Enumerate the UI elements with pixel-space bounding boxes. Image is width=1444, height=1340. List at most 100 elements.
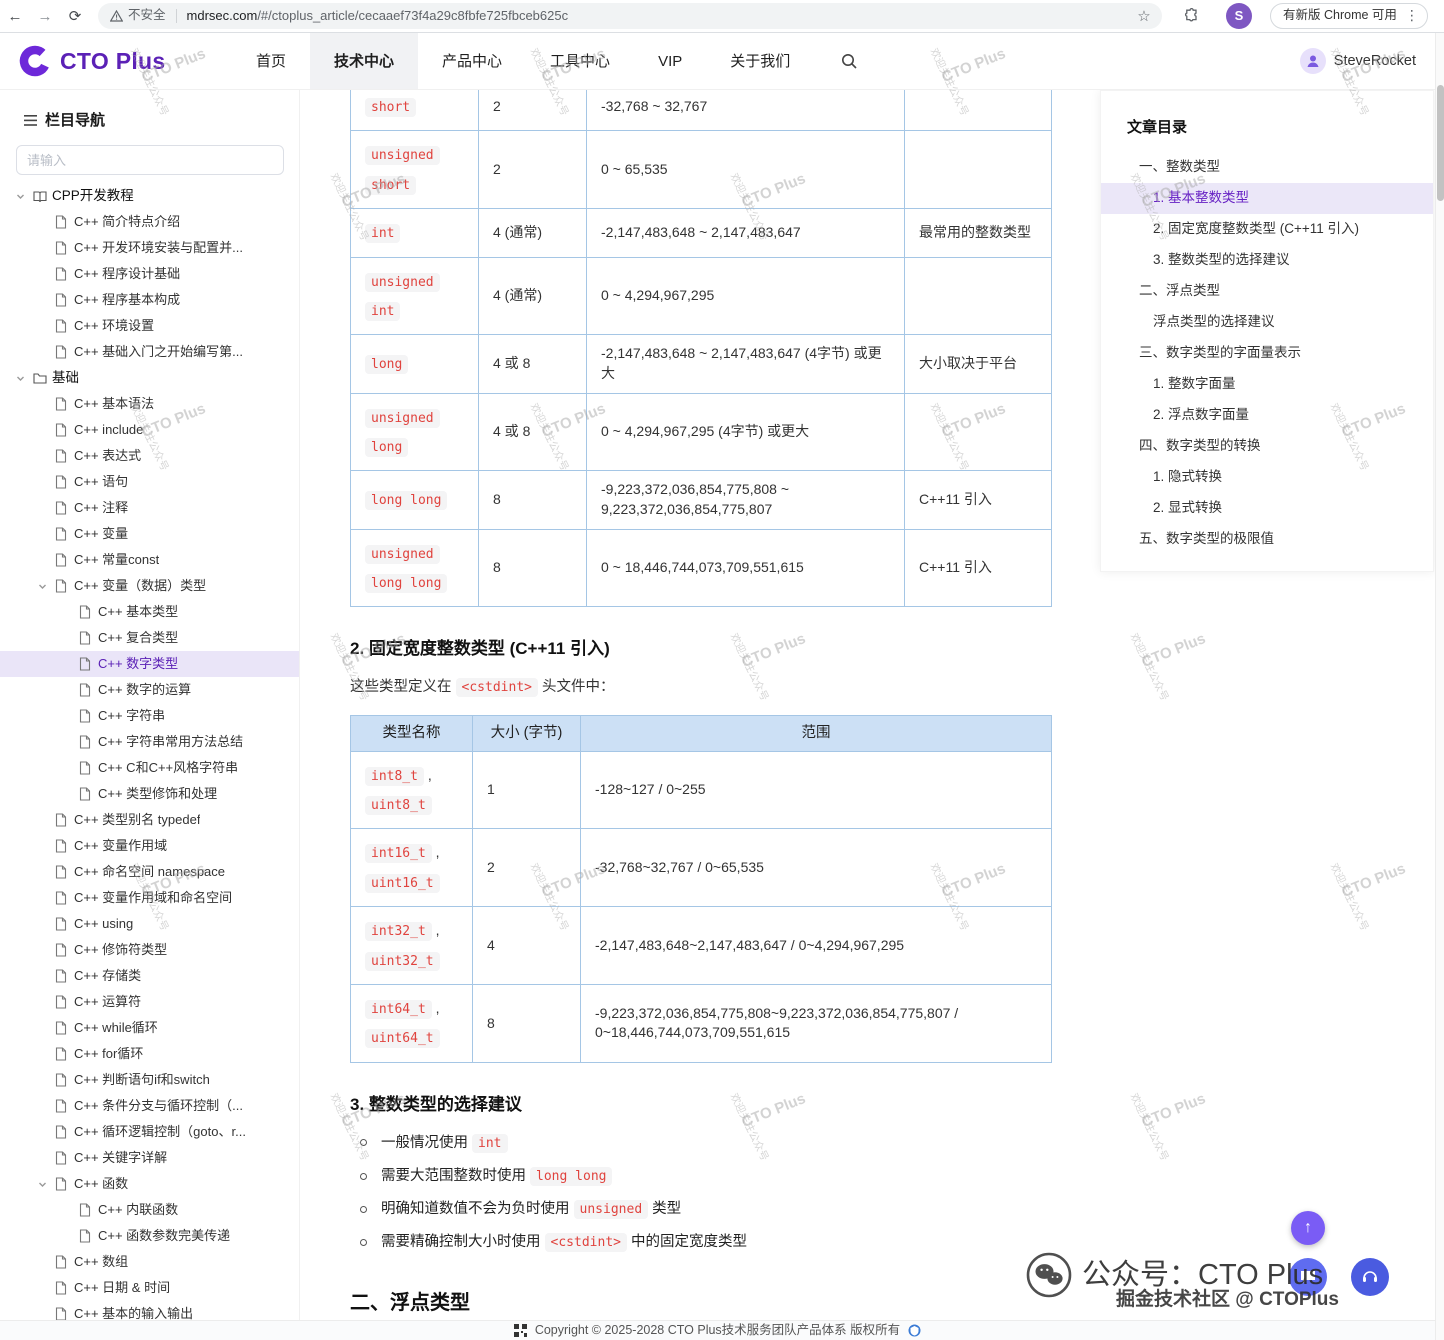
doc-icon <box>55 1073 74 1087</box>
nav-item[interactable]: 关于我们 <box>706 33 814 89</box>
sidebar-item[interactable]: C++ 存储类 <box>0 963 299 989</box>
sidebar-item[interactable]: C++ 内联函数 <box>0 1197 299 1223</box>
sidebar-item[interactable]: C++ 日期 & 时间 <box>0 1275 299 1301</box>
browser-profile-avatar[interactable]: S <box>1226 3 1252 29</box>
sidebar-item[interactable]: C++ 循环逻辑控制（goto、r... <box>0 1119 299 1145</box>
sidebar-item[interactable]: C++ 程序设计基础 <box>0 261 299 287</box>
sidebar-item[interactable]: C++ 函数参数完美传递 <box>0 1223 299 1249</box>
sidebar-item[interactable]: C++ using <box>0 911 299 937</box>
sidebar-item[interactable]: C++ 环境设置 <box>0 313 299 339</box>
toc-item[interactable]: 3. 整数类型的选择建议 <box>1101 245 1433 276</box>
table-cell: 2 <box>479 90 587 131</box>
doc-icon <box>79 761 98 775</box>
sidebar-item[interactable]: C++ 数组 <box>0 1249 299 1275</box>
table-cell: 4 (通常) <box>479 209 587 257</box>
sidebar-item[interactable]: C++ 简介特点介绍 <box>0 209 299 235</box>
security-chip[interactable]: 不安全 <box>110 7 166 25</box>
toc-item[interactable]: 五、数字类型的极限值 <box>1101 524 1433 555</box>
bookmark-star-icon[interactable]: ☆ <box>1132 6 1156 27</box>
toc-item[interactable]: 二、浮点类型 <box>1101 276 1433 307</box>
toc-item[interactable]: 一、整数类型 <box>1101 152 1433 183</box>
sidebar-item[interactable]: C++ 基本的输入输出 <box>0 1301 299 1320</box>
forward-button[interactable]: → <box>30 6 60 27</box>
nav-item[interactable]: 产品中心 <box>418 33 526 89</box>
sidebar-item-label: C++ 表达式 <box>74 447 141 465</box>
toc-item[interactable]: 2. 浮点数字面量 <box>1101 400 1433 431</box>
toc-item[interactable]: 三、数字类型的字面量表示 <box>1101 338 1433 369</box>
sidebar-item[interactable]: C++ 条件分支与循环控制（... <box>0 1093 299 1119</box>
refresh-button[interactable]: ⟳ <box>60 6 90 27</box>
nav-item[interactable]: 首页 <box>232 33 310 89</box>
sidebar-item[interactable]: C++ 常量const <box>0 547 299 573</box>
sidebar-item[interactable]: C++ 关键字详解 <box>0 1145 299 1171</box>
advice-item: 需要大范围整数时使用 long long <box>360 1166 1052 1186</box>
extensions-icon[interactable] <box>1184 8 1200 24</box>
sidebar-item[interactable]: C++ 运算符 <box>0 989 299 1015</box>
sidebar-item[interactable]: C++ 数字类型 <box>0 651 299 677</box>
caret-down-icon[interactable] <box>38 582 55 591</box>
toc-item[interactable]: 2. 显式转换 <box>1101 493 1433 524</box>
scrollbar-thumb[interactable] <box>1437 85 1444 201</box>
sidebar-item[interactable]: C++ for循环 <box>0 1041 299 1067</box>
doc-icon <box>55 969 74 983</box>
doc-icon <box>55 943 74 957</box>
sidebar-item[interactable]: C++ 字符串 <box>0 703 299 729</box>
sidebar-item[interactable]: C++ include <box>0 417 299 443</box>
chrome-update-chip[interactable]: 有新版 Chrome 可用 ⋮ <box>1270 3 1428 29</box>
site-logo[interactable]: CTO Plus <box>0 33 232 89</box>
sidebar-item[interactable]: 基础 <box>0 365 299 391</box>
sidebar-item[interactable]: C++ 开发环境安装与配置并... <box>0 235 299 261</box>
toc-item[interactable]: 2. 固定宽度整数类型 (C++11 引入) <box>1101 214 1433 245</box>
page-scrollbar[interactable] <box>1435 33 1444 1340</box>
address-bar[interactable]: 不安全 mdrsec.com /#/ctoplus_article/cecaae… <box>98 3 1162 29</box>
section-heading-fixed-width: 2. 固定宽度整数类型 (C++11 引入) <box>350 637 1052 661</box>
toc-item[interactable]: 浮点类型的选择建议 <box>1101 307 1433 338</box>
sidebar-item[interactable]: C++ 类型别名 typedef <box>0 807 299 833</box>
caret-down-icon[interactable] <box>38 1180 55 1189</box>
sidebar-item[interactable]: C++ 修饰符类型 <box>0 937 299 963</box>
nav-item[interactable]: 技术中心 <box>310 33 418 89</box>
caret-down-icon[interactable] <box>16 192 33 201</box>
sidebar-item[interactable]: C++ 变量 <box>0 521 299 547</box>
sidebar-item[interactable]: C++ 函数 <box>0 1171 299 1197</box>
back-to-top-button[interactable]: ↑ <box>1291 1211 1325 1245</box>
sidebar-item[interactable]: C++ 基础入门之开始编写第... <box>0 339 299 365</box>
sidebar-item[interactable]: C++ 判断语句if和switch <box>0 1067 299 1093</box>
sidebar-item[interactable]: C++ C和C++风格字符串 <box>0 755 299 781</box>
watermark-text: CTO Plus <box>1139 628 1209 673</box>
sidebar-search-input[interactable] <box>16 145 284 175</box>
sidebar-item[interactable]: C++ 程序基本构成 <box>0 287 299 313</box>
sidebar-item[interactable]: C++ 命名空间 namespace <box>0 859 299 885</box>
sidebar-item[interactable]: C++ 变量作用域 <box>0 833 299 859</box>
sidebar-item[interactable]: CPP开发教程 <box>0 183 299 209</box>
caret-down-icon[interactable] <box>16 374 33 383</box>
service-contact-button[interactable] <box>1351 1258 1389 1296</box>
user-menu[interactable]: SteveRocket <box>1300 33 1416 89</box>
sidebar-item[interactable]: C++ 数字的运算 <box>0 677 299 703</box>
toc-item[interactable]: 1. 整数字面量 <box>1101 369 1433 400</box>
sidebar-item[interactable]: C++ 表达式 <box>0 443 299 469</box>
nav-item[interactable]: VIP <box>634 33 706 89</box>
sidebar-item[interactable]: C++ 变量（数据）类型 <box>0 573 299 599</box>
sidebar-item[interactable]: C++ 复合类型 <box>0 625 299 651</box>
doc-icon <box>79 657 98 671</box>
type-cell: int8_t ,uint8_t <box>351 751 473 829</box>
header-search-icon[interactable] <box>840 33 858 89</box>
sidebar-item[interactable]: C++ 语句 <box>0 469 299 495</box>
sidebar-item[interactable]: C++ 类型修饰和处理 <box>0 781 299 807</box>
fixed-width-table: 类型名称大小 (字节)范围int8_t ,uint8_t1-128~127 / … <box>350 715 1052 1062</box>
browser-menu-kebab-icon[interactable]: ⋮ <box>1405 6 1419 26</box>
sidebar-item[interactable]: C++ while循环 <box>0 1015 299 1041</box>
sidebar-item[interactable]: C++ 基本语法 <box>0 391 299 417</box>
toc-item[interactable]: 1. 隐式转换 <box>1101 462 1433 493</box>
back-button[interactable]: ← <box>0 6 30 27</box>
sidebar-item[interactable]: C++ 基本类型 <box>0 599 299 625</box>
chat-contact-button[interactable] <box>1289 1258 1327 1296</box>
doc-icon <box>55 1255 74 1269</box>
sidebar-item[interactable]: C++ 变量作用域和命名空间 <box>0 885 299 911</box>
nav-item[interactable]: 工具中心 <box>526 33 634 89</box>
sidebar-item[interactable]: C++ 注释 <box>0 495 299 521</box>
sidebar-item[interactable]: C++ 字符串常用方法总结 <box>0 729 299 755</box>
toc-item[interactable]: 四、数字类型的转换 <box>1101 431 1433 462</box>
toc-item[interactable]: 1. 基本整数类型 <box>1101 183 1433 214</box>
